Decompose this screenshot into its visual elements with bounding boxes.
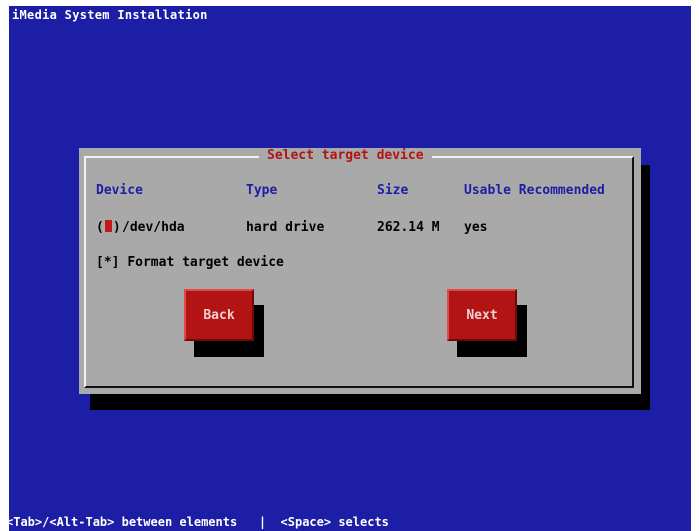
capture-border-top (0, 0, 699, 6)
checkbox-box: [*] (96, 255, 120, 270)
checkbox-label: Format target device (127, 255, 284, 270)
column-header-device: Device (96, 183, 143, 198)
radio-selected-indicator (104, 220, 112, 232)
column-header-size: Size (377, 183, 409, 198)
radio-open-paren: ( (96, 220, 104, 235)
column-header-type: Type (246, 183, 278, 198)
device-size-cell: 262.14 M (377, 220, 440, 235)
column-header-usable-recommended: Usable Recommended (464, 183, 605, 198)
next-button-label: Next (466, 307, 498, 323)
radio-close-paren: ) (112, 220, 121, 235)
installer-screen: iMedia System Installation Select target… (0, 0, 699, 531)
back-button-label: Back (203, 307, 235, 323)
device-name-cell: /dev/hda (122, 220, 185, 235)
capture-border-left (0, 0, 9, 531)
format-target-device-checkbox[interactable]: [*] Format target device (96, 255, 284, 270)
select-target-device-dialog: Select target device Device Type Size Us… (79, 148, 641, 394)
dialog-title: Select target device (259, 148, 432, 164)
next-button[interactable]: Next (447, 289, 517, 341)
app-title: iMedia System Installation (12, 8, 208, 22)
capture-border-right (691, 0, 699, 531)
status-bar-help-text: <Tab>/<Alt-Tab> between elements | <Spac… (6, 515, 389, 529)
device-usable-cell: yes (464, 220, 488, 235)
back-button[interactable]: Back (184, 289, 254, 341)
device-radio-button[interactable]: () (96, 220, 121, 235)
device-type-cell: hard drive (246, 220, 325, 235)
